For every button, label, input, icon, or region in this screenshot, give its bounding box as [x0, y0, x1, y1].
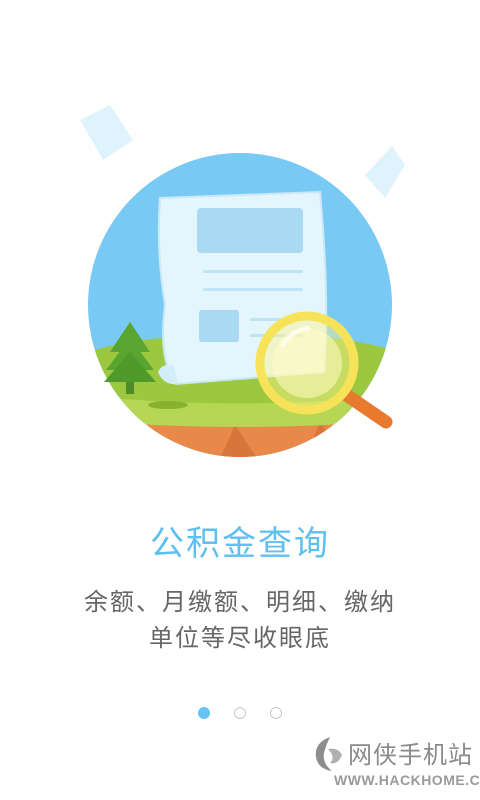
- page-dot-3[interactable]: [270, 707, 282, 719]
- page-indicator: [0, 707, 480, 721]
- page-dot-2[interactable]: [234, 707, 246, 719]
- document-magnifier-illustration: [80, 105, 405, 457]
- paper-scrap-icon: [365, 146, 405, 198]
- paper-scrap-icon: [80, 105, 133, 160]
- watermark-url: WWW.HACKHOME.COM: [334, 772, 480, 788]
- feature-description-line-2: 单位等尽收眼底: [149, 624, 331, 652]
- feature-description-line-1: 余额、月缴额、明细、缴纳: [84, 588, 396, 616]
- onboarding-screen: 公积金查询 余额、月缴额、明细、缴纳 单位等尽收眼底 网侠手机站 WWW.HAC…: [0, 0, 480, 800]
- watermark: 网侠手机站 WWW.HACKHOME.COM: [308, 733, 480, 793]
- watermark-name: 网侠手机站: [348, 741, 473, 769]
- page-dot-1[interactable]: [198, 707, 210, 719]
- feature-title: 公积金查询: [150, 524, 330, 564]
- hackhome-logo-icon: [315, 737, 342, 771]
